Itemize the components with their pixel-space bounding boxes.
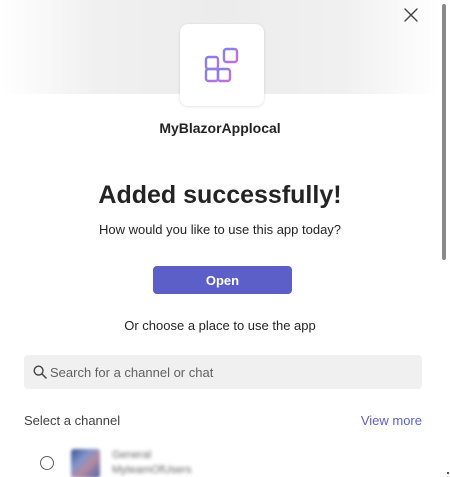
scrollbar-thumb[interactable]	[442, 4, 446, 260]
search-input[interactable]	[50, 364, 410, 380]
resize-grip	[447, 472, 449, 474]
usage-question: How would you like to use this app today…	[98, 222, 342, 237]
close-button[interactable]	[397, 2, 425, 28]
channel-list-item[interactable]: General MyteamOfUsers	[24, 446, 422, 477]
channel-avatar	[71, 449, 100, 477]
app-icon-tile	[180, 24, 264, 106]
app-name: MyBlazorApplocal	[159, 120, 281, 136]
channel-team-name: MyteamOfUsers	[112, 464, 192, 476]
select-channel-label: Select a channel	[24, 413, 121, 428]
search-icon	[24, 365, 50, 379]
choose-place-text: Or choose a place to use the app	[124, 318, 316, 333]
channel-radio-button[interactable]	[40, 456, 54, 470]
close-icon	[404, 8, 418, 22]
view-more-link[interactable]: View more	[361, 413, 422, 428]
open-button[interactable]: Open	[153, 266, 292, 294]
channel-title: General	[112, 449, 152, 461]
success-headline: Added successfully!	[98, 181, 342, 209]
search-box[interactable]	[24, 355, 422, 389]
added-app-dialog: MyBlazorApplocal Added successfully! How…	[0, 0, 440, 477]
apps-grid-icon	[204, 47, 239, 83]
